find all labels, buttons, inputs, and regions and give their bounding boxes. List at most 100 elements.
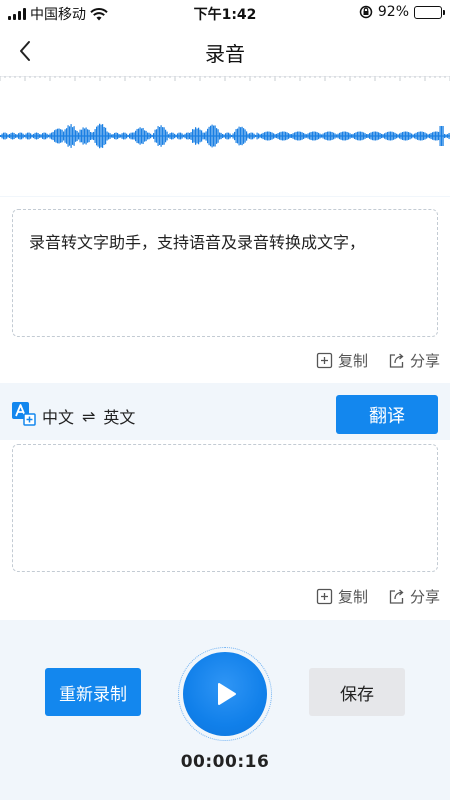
waveform-bar bbox=[138, 128, 140, 144]
waveform-bar bbox=[424, 132, 426, 140]
waveform-bar bbox=[297, 131, 299, 141]
waveform-bar bbox=[304, 133, 306, 139]
waveform-bar bbox=[9, 134, 11, 138]
waveform-bar bbox=[246, 131, 248, 141]
waveform-bar bbox=[100, 124, 102, 148]
waveform-bar bbox=[433, 131, 435, 141]
waveform-bar bbox=[127, 134, 129, 138]
waveform-bar bbox=[396, 133, 398, 139]
waveform-bar bbox=[202, 132, 204, 140]
waveform-bar bbox=[261, 133, 263, 139]
waveform-bar bbox=[121, 133, 123, 139]
waveform-bar bbox=[237, 128, 239, 144]
waveform-bar bbox=[25, 133, 27, 139]
waveform-bar bbox=[378, 132, 380, 140]
transcript-card: 录音转文字助手，支持语音及录音转换成文字， 复制 分享 bbox=[0, 197, 450, 383]
waveform-bar bbox=[426, 133, 428, 139]
waveform-bar bbox=[432, 132, 434, 140]
rerecord-button[interactable]: 重新录制 bbox=[45, 668, 141, 716]
waveform-bar bbox=[238, 126, 240, 146]
transcript-copy-button[interactable]: 复制 bbox=[316, 350, 368, 371]
share-icon bbox=[389, 353, 404, 368]
waveform-bar bbox=[69, 126, 71, 146]
transcript-text: 录音转文字助手，支持语音及录音转换成文字， bbox=[29, 233, 366, 252]
waveform-bar bbox=[445, 134, 447, 138]
language-selector[interactable]: 中文 ⇌ 英文 bbox=[42, 404, 135, 428]
waveform-bar bbox=[351, 134, 353, 138]
waveform-bar bbox=[258, 133, 260, 139]
waveform-bar bbox=[61, 129, 63, 143]
waveform-bar bbox=[52, 131, 54, 141]
waveform-bar bbox=[220, 132, 222, 140]
target-language[interactable]: 英文 bbox=[103, 404, 135, 428]
waveform-bar bbox=[277, 133, 279, 139]
waveform-bar bbox=[381, 133, 383, 139]
waveform-bar bbox=[240, 127, 242, 145]
waveform-bar bbox=[436, 131, 438, 141]
waveform-bar bbox=[187, 132, 189, 140]
waveform-bar bbox=[156, 129, 158, 143]
waveform-bar bbox=[168, 134, 170, 138]
waveform-bar bbox=[154, 129, 156, 143]
swap-languages-icon[interactable]: ⇌ bbox=[82, 407, 95, 426]
waveform-bar bbox=[37, 133, 39, 139]
orientation-lock-icon bbox=[359, 5, 373, 19]
waveform-bar bbox=[27, 132, 29, 140]
waveform-bar bbox=[105, 127, 107, 145]
waveform-bar bbox=[213, 125, 215, 147]
waveform-bar bbox=[217, 129, 219, 143]
waveform-bar bbox=[315, 131, 317, 141]
translate-button[interactable]: 翻译 bbox=[336, 395, 438, 434]
translation-copy-button[interactable]: 复制 bbox=[316, 586, 368, 607]
waveform-bar bbox=[222, 134, 224, 138]
waveform-bar bbox=[228, 132, 230, 140]
page-title: 录音 bbox=[205, 42, 245, 66]
waveform bbox=[0, 75, 450, 196]
waveform-bar bbox=[196, 128, 198, 144]
waveform-bar bbox=[76, 130, 78, 142]
waveform-bar bbox=[361, 131, 363, 141]
waveform-bar bbox=[132, 132, 134, 140]
waveform-bar bbox=[289, 133, 291, 139]
waveform-bar bbox=[321, 134, 323, 138]
waveform-bar bbox=[43, 132, 45, 140]
waveform-bar bbox=[376, 131, 378, 141]
translation-share-button[interactable]: 分享 bbox=[388, 586, 440, 607]
waveform-bar bbox=[123, 132, 125, 140]
waveform-bar bbox=[402, 132, 404, 140]
waveform-bar bbox=[345, 131, 347, 141]
transcript-textbox[interactable]: 录音转文字助手，支持语音及录音转换成文字， bbox=[12, 209, 438, 337]
waveform-bar bbox=[186, 132, 188, 140]
waveform-bar bbox=[18, 133, 20, 139]
translate-row: 中文 ⇌ 英文 翻译 bbox=[0, 384, 450, 440]
waveform-bar bbox=[42, 133, 44, 139]
waveform-bar bbox=[67, 125, 69, 147]
waveform-bar bbox=[55, 129, 57, 143]
waveform-bar bbox=[10, 132, 12, 140]
waveform-bar bbox=[343, 131, 345, 141]
waveform-bar bbox=[166, 131, 168, 141]
waveform-bar bbox=[0, 135, 2, 137]
waveform-bar bbox=[336, 134, 338, 138]
source-language[interactable]: 中文 bbox=[42, 404, 74, 428]
waveform-bar bbox=[13, 132, 15, 140]
waveform-bar bbox=[253, 133, 255, 139]
waveform-bar bbox=[427, 134, 429, 138]
translation-textbox[interactable] bbox=[12, 444, 438, 572]
waveform-bar bbox=[6, 133, 8, 139]
play-button[interactable] bbox=[183, 652, 267, 736]
waveform-bar bbox=[264, 132, 266, 140]
waveform-bar bbox=[439, 126, 441, 146]
waveform-bar bbox=[348, 132, 350, 140]
waveform-bar bbox=[118, 134, 120, 138]
recording-timer: 00:00:16 bbox=[180, 752, 270, 772]
translate-icon bbox=[12, 402, 36, 426]
waveform-bar bbox=[7, 134, 9, 138]
waveform-bar bbox=[357, 131, 359, 141]
waveform-bar bbox=[66, 128, 68, 144]
waveform-bar bbox=[310, 131, 312, 141]
waveform-bar bbox=[268, 131, 270, 141]
transcript-share-button[interactable]: 分享 bbox=[388, 350, 440, 371]
waveform-bar bbox=[150, 133, 152, 139]
save-button[interactable]: 保存 bbox=[309, 668, 405, 716]
